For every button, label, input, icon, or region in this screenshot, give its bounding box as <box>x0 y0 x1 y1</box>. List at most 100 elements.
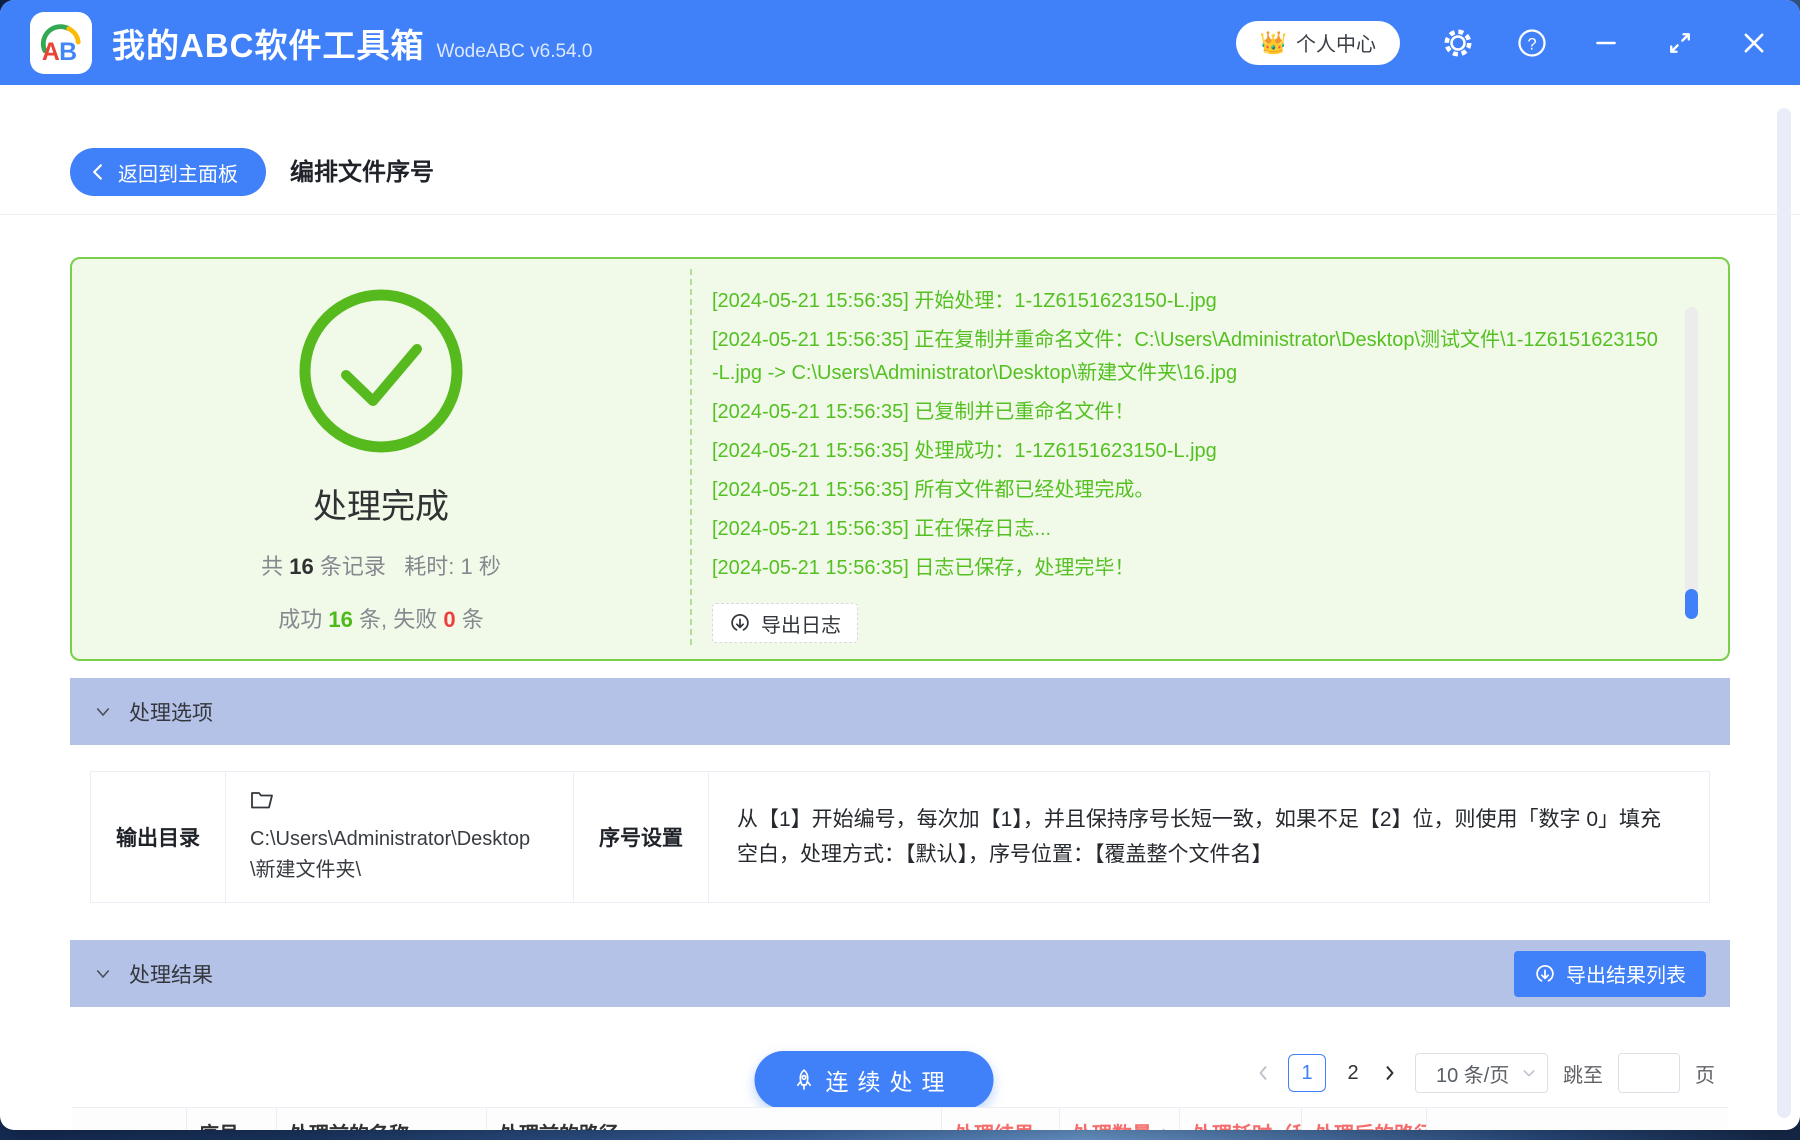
main-content: 处理完成 共 16 条记录 耗时: 1 秒 成功 16 条, 失败 0 条 [2… <box>0 215 1800 1130</box>
help-icon: ? <box>1518 28 1546 57</box>
log-line: [2024-05-21 15:56:35] 处理成功：1-1Z615162315… <box>712 440 1217 462</box>
filter-icon[interactable] <box>1042 1125 1047 1130</box>
app-title: 我的ABC软件工具箱 <box>112 26 425 64</box>
sort-caret-icon[interactable] <box>1160 1124 1167 1130</box>
crown-icon: 👑 <box>1259 29 1287 55</box>
svg-text:?: ? <box>1527 35 1536 53</box>
check-circle-icon <box>299 289 463 453</box>
back-button-label: 返回到主面板 <box>118 163 238 186</box>
svg-text:A: A <box>42 38 60 66</box>
log-line: [2024-05-21 15:56:35] 已复制并已重命名文件！ <box>712 401 1135 423</box>
continue-process-label: 连续处理 <box>825 1069 954 1095</box>
page-title: 编排文件序号 <box>290 159 434 186</box>
chevron-right-icon <box>1386 1066 1394 1080</box>
log-scrollbar[interactable] <box>1685 307 1698 619</box>
chevron-down-icon <box>1523 1070 1535 1077</box>
section-header-results[interactable]: 处理结果 导出结果列表 <box>70 940 1730 1007</box>
fail-count: 0 <box>443 607 456 632</box>
success-count: 16 <box>328 607 353 632</box>
jump-to-label: 跳至 <box>1563 1064 1603 1087</box>
page-scrollbar[interactable] <box>1777 108 1791 1118</box>
log-line: [2024-05-21 15:56:35] 正在复制并重命名文件：C:\User… <box>712 329 1658 384</box>
chevron-down-icon <box>96 969 110 978</box>
table-header-elapsed[interactable]: 处理耗时（秒） <box>1180 1108 1302 1130</box>
results-table-header: 序号 处理前的名称 处理前的路径 处理结果 处理数量 <box>72 1107 1728 1130</box>
result-summary: 处理完成 共 16 条记录 耗时: 1 秒 成功 16 条, 失败 0 条 <box>72 259 690 659</box>
help-button[interactable]: ? <box>1516 27 1548 59</box>
prev-page-button[interactable] <box>1253 1063 1273 1083</box>
app-logo-icon: A B <box>40 23 81 66</box>
chevron-left-icon <box>93 164 102 180</box>
minimize-button[interactable] <box>1590 27 1622 59</box>
jump-page-input[interactable] <box>1618 1053 1680 1093</box>
total-count: 16 <box>289 554 314 579</box>
log-pane: [2024-05-21 15:56:35] 开始处理：1-1Z615162315… <box>690 269 1728 645</box>
elapsed-time: 耗时: 1 秒 <box>404 554 501 579</box>
download-icon <box>1536 964 1554 982</box>
jump-page-suffix: 页 <box>1695 1064 1715 1087</box>
export-log-label: 导出日志 <box>761 614 841 637</box>
app-version: WodeABC v6.54.0 <box>436 40 593 62</box>
page-button-1[interactable]: 1 <box>1288 1054 1326 1092</box>
table-header-count[interactable]: 处理数量 <box>1060 1108 1180 1130</box>
page-size-select[interactable]: 10 条/页 <box>1415 1053 1548 1093</box>
stats-result-line: 成功 16 条, 失败 0 条 <box>278 602 484 634</box>
table-header-filler <box>1427 1108 1728 1130</box>
table-header-path-before: 处理前的路径 <box>487 1108 942 1130</box>
app-window: A B 我的ABC软件工具箱 WodeABC v6.54.0 👑 个人中心 ? … <box>0 0 1800 1130</box>
back-button[interactable]: 返回到主面板 <box>70 148 266 196</box>
folder-icon <box>251 792 273 809</box>
gear-icon <box>1444 29 1472 56</box>
serial-settings-label: 序号设置 <box>574 772 709 902</box>
total-prefix: 共 <box>261 554 284 579</box>
log-line: [2024-05-21 15:56:35] 正在保存日志... <box>712 518 1052 540</box>
results-section-title: 处理结果 <box>129 963 213 987</box>
export-results-button[interactable]: 导出结果列表 <box>1514 950 1706 997</box>
results-body: 连续处理 1 2 10 条/页 跳至 页 <box>70 1007 1730 1130</box>
rocket-icon <box>796 1068 812 1090</box>
resize-button[interactable] <box>1664 27 1696 59</box>
resize-icon <box>1670 32 1690 53</box>
status-title: 处理完成 <box>313 488 449 526</box>
settings-button[interactable] <box>1442 27 1474 59</box>
export-log-button[interactable]: 导出日志 <box>712 603 858 643</box>
success-prefix: 成功 <box>278 607 323 632</box>
options-table: 输出目录 C:\Users\Administrator\Desktop\新建文件… <box>90 771 1710 903</box>
table-header-path-after: 处理后的路径 <box>1302 1108 1427 1130</box>
window-titlebar: A B 我的ABC软件工具箱 WodeABC v6.54.0 👑 个人中心 ? <box>0 0 1800 85</box>
fail-suffix: 条 <box>461 607 484 632</box>
success-panel: 处理完成 共 16 条记录 耗时: 1 秒 成功 16 条, 失败 0 条 [2… <box>70 257 1730 661</box>
minimize-icon <box>1596 41 1616 44</box>
export-results-label: 导出结果列表 <box>1566 965 1686 987</box>
log-line: [2024-05-21 15:56:35] 开始处理：1-1Z615162315… <box>712 290 1217 312</box>
log-line: [2024-05-21 15:56:35] 日志已保存，处理完毕！ <box>712 557 1135 579</box>
close-button[interactable] <box>1738 27 1770 59</box>
table-header-index: 序号 <box>187 1108 277 1130</box>
close-icon <box>1744 33 1764 52</box>
success-circle <box>297 287 465 455</box>
pagination: 1 2 10 条/页 跳至 页 <box>1253 1053 1715 1093</box>
next-page-button[interactable] <box>1380 1063 1400 1083</box>
svg-text:B: B <box>59 38 77 66</box>
options-section-title: 处理选项 <box>129 701 213 725</box>
total-suffix: 条记录 <box>319 554 386 579</box>
user-center-button[interactable]: 👑 个人中心 <box>1235 20 1400 65</box>
output-dir-cell: C:\Users\Administrator\Desktop\新建文件夹\ <box>226 772 574 902</box>
chevron-left-icon <box>1259 1066 1267 1080</box>
output-dir-value: C:\Users\Administrator\Desktop\新建文件夹\ <box>250 828 531 881</box>
page-size-value: 10 条/页 <box>1436 1064 1510 1087</box>
app-logo: A B <box>30 11 92 74</box>
page-button-2[interactable]: 2 <box>1341 1054 1365 1092</box>
section-header-options[interactable]: 处理选项 <box>70 678 1730 745</box>
stats-total-line: 共 16 条记录 耗时: 1 秒 <box>261 549 501 581</box>
log-line: [2024-05-21 15:56:35] 所有文件都已经处理完成。 <box>712 479 1155 501</box>
continue-process-button[interactable]: 连续处理 <box>754 1051 994 1109</box>
user-center-label: 个人中心 <box>1296 34 1376 56</box>
page-header-row: 返回到主面板 编排文件序号 <box>0 85 1800 215</box>
table-header-result[interactable]: 处理结果 <box>942 1108 1060 1130</box>
log-scrollbar-thumb[interactable] <box>1685 589 1698 619</box>
chevron-down-icon <box>96 707 110 716</box>
serial-settings-desc: 从【1】开始编号，每次加【1】，并且保持序号长短一致，如果不足【2】位，则使用「… <box>737 807 1662 866</box>
table-header-name-before: 处理前的名称 <box>277 1108 487 1130</box>
success-mid: 条, 失败 <box>359 607 438 632</box>
